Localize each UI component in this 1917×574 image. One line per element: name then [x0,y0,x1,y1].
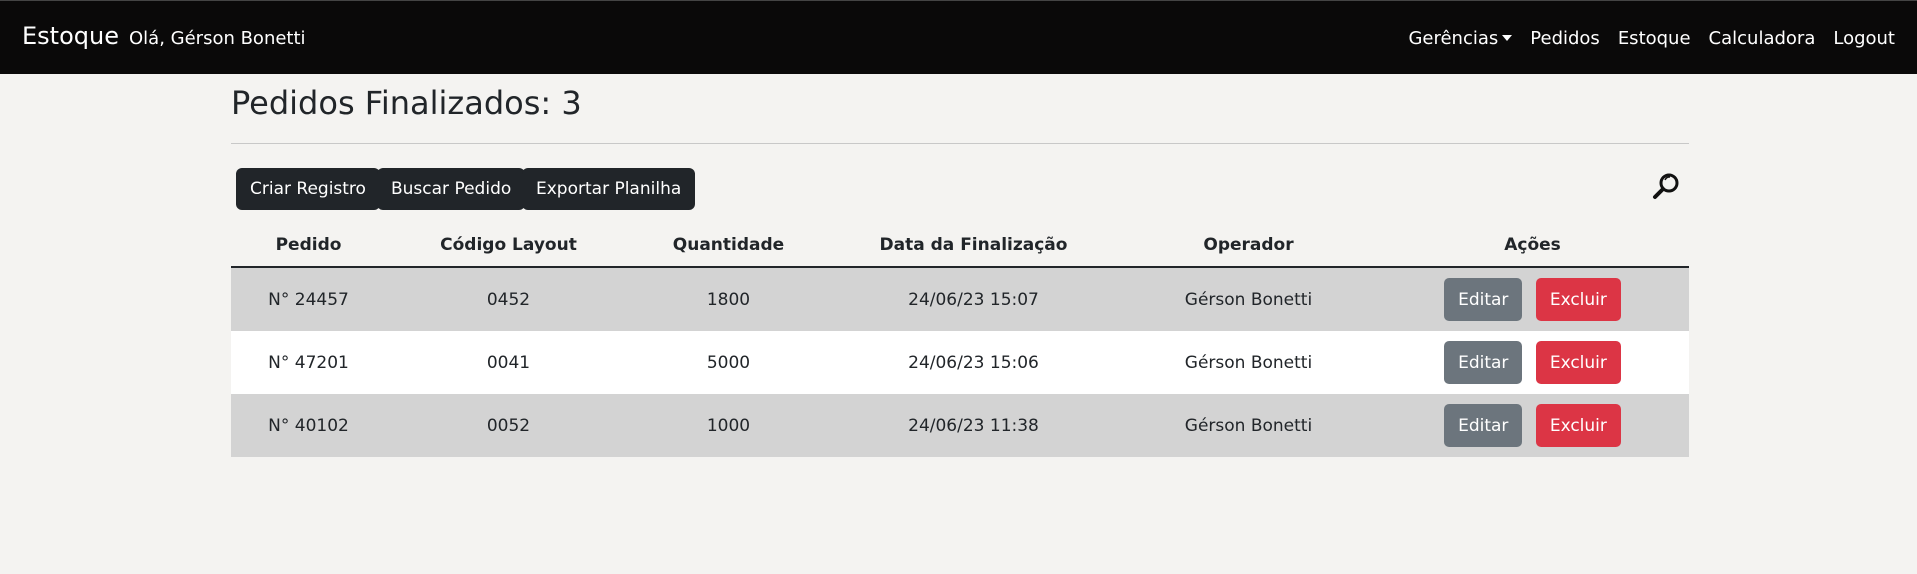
cell-codigo: 0041 [386,331,631,395]
nav-pedidos[interactable]: Pedidos [1530,28,1600,49]
cell-codigo: 0452 [386,267,631,332]
cell-operador: Gérson Bonetti [1121,331,1376,395]
delete-button[interactable]: Excluir [1535,278,1621,322]
cell-actions: Editar Excluir [1376,267,1689,332]
cell-pedido: N° 47201 [231,331,386,395]
cell-operador: Gérson Bonetti [1121,394,1376,458]
create-record-button[interactable]: Criar Registro [236,168,380,211]
edit-button[interactable]: Editar [1444,278,1523,322]
brand-link[interactable]: Estoque [22,22,119,50]
table-row: N° 47201 0041 5000 24/06/23 15:06 Gérson… [231,331,1689,395]
cell-data: 24/06/23 11:38 [826,394,1121,458]
header-quantidade: Quantidade [631,224,826,269]
cell-codigo: 0052 [386,394,631,458]
search-icon [1653,173,1679,199]
caret-down-icon [1502,35,1513,41]
header-acoes: Ações [1376,224,1689,269]
cell-data: 24/06/23 15:06 [826,331,1121,395]
cell-quantidade: 5000 [631,331,826,395]
user-greeting: Olá, Gérson Bonetti [129,28,306,49]
header-codigo-layout: Código Layout [386,224,631,269]
table-row: N° 40102 0052 1000 24/06/23 11:38 Gérson… [231,394,1689,458]
main-content: Pedidos Finalizados: 3 Criar Registro Bu… [231,74,1689,458]
header-pedido: Pedido [231,224,386,269]
search-order-button[interactable]: Buscar Pedido [377,168,526,211]
nav-estoque[interactable]: Estoque [1618,28,1691,49]
orders-table: Pedido Código Layout Quantidade Data da … [231,224,1689,458]
table-header-row: Pedido Código Layout Quantidade Data da … [231,224,1689,269]
delete-button[interactable]: Excluir [1535,404,1621,448]
delete-button[interactable]: Excluir [1535,341,1621,385]
cell-actions: Editar Excluir [1376,331,1689,395]
cell-data: 24/06/23 15:07 [826,267,1121,332]
edit-button[interactable]: Editar [1444,341,1523,385]
cell-operador: Gérson Bonetti [1121,267,1376,332]
export-spreadsheet-button[interactable]: Exportar Planilha [522,168,696,211]
header-data-finalizacao: Data da Finalização [826,224,1121,269]
cell-pedido: N° 24457 [231,267,386,332]
navbar: Estoque Olá, Gérson Bonetti Gerências Pe… [0,0,1917,74]
cell-quantidade: 1800 [631,267,826,332]
edit-button[interactable]: Editar [1444,404,1523,448]
nav-menu: Gerências Pedidos Estoque Calculadora Lo… [1408,28,1895,49]
toolbar: Criar Registro Buscar Pedido Exportar Pl… [231,144,1689,214]
nav-calculadora[interactable]: Calculadora [1709,28,1816,49]
cell-quantidade: 1000 [631,394,826,458]
search-icon-button[interactable] [1649,170,1683,204]
nav-gerencias-dropdown[interactable]: Gerências [1408,28,1513,49]
cell-pedido: N° 40102 [231,394,386,458]
nav-gerencias-label: Gerências [1408,28,1499,49]
table-row: N° 24457 0452 1800 24/06/23 15:07 Gérson… [231,267,1689,332]
cell-actions: Editar Excluir [1376,394,1689,458]
page-title: Pedidos Finalizados: 3 [231,84,582,122]
header-operador: Operador [1121,224,1376,269]
nav-logout[interactable]: Logout [1833,28,1895,49]
